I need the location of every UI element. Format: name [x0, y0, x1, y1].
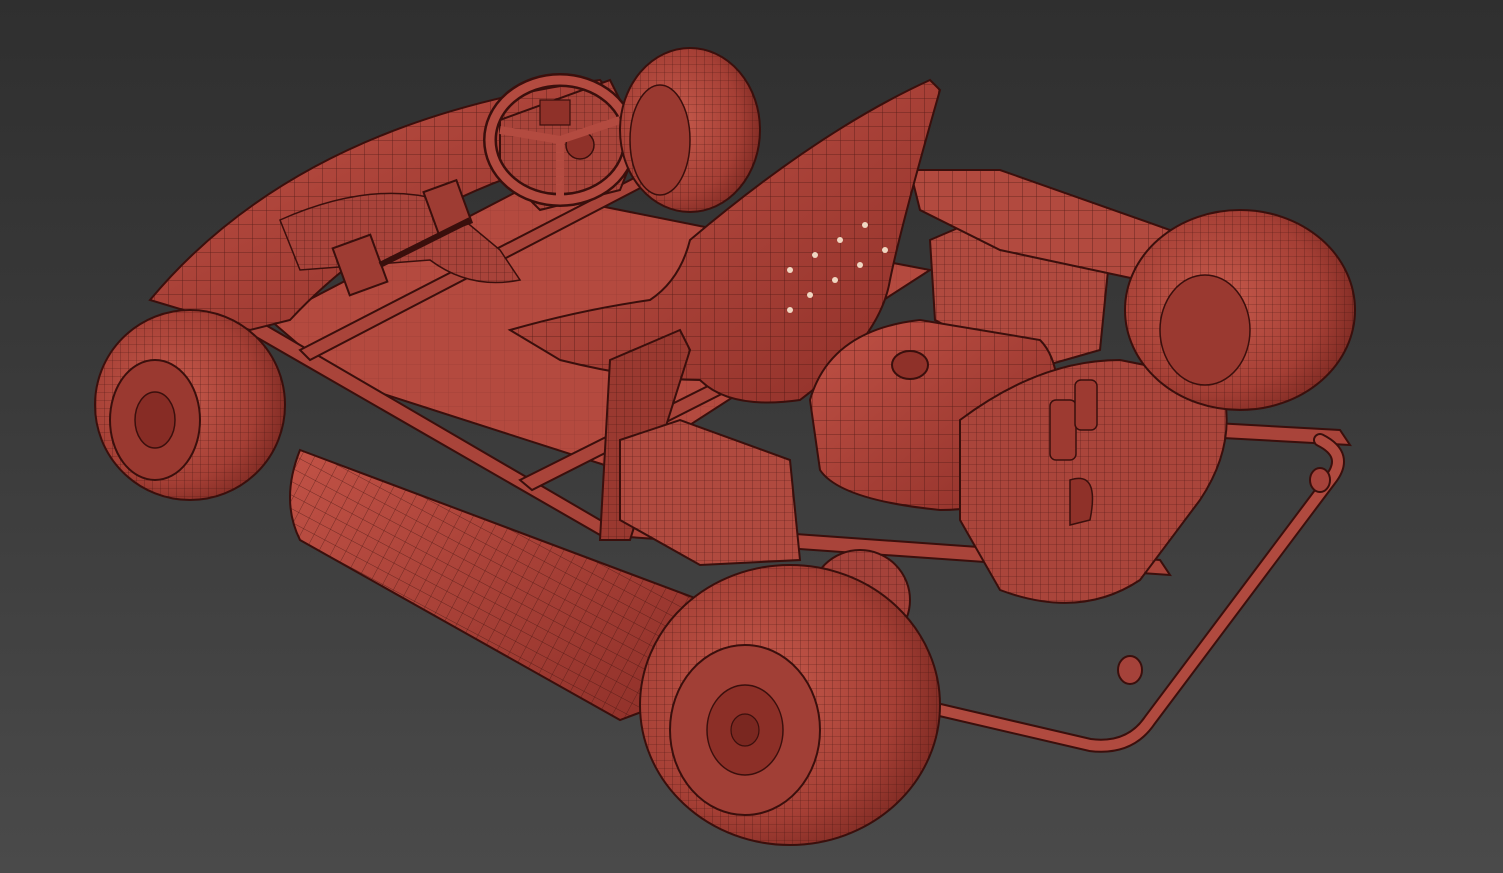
- rear-right-wheel: [1124, 209, 1356, 411]
- front-left-wheel: [94, 309, 286, 501]
- battery-front: [619, 418, 802, 567]
- 3d-viewport[interactable]: go-kart-wireframe-model: [0, 0, 1503, 873]
- go-kart-wireframe-render: [94, 47, 1356, 846]
- rear-left-wheel: [639, 564, 941, 846]
- front-right-wheel: [619, 47, 761, 213]
